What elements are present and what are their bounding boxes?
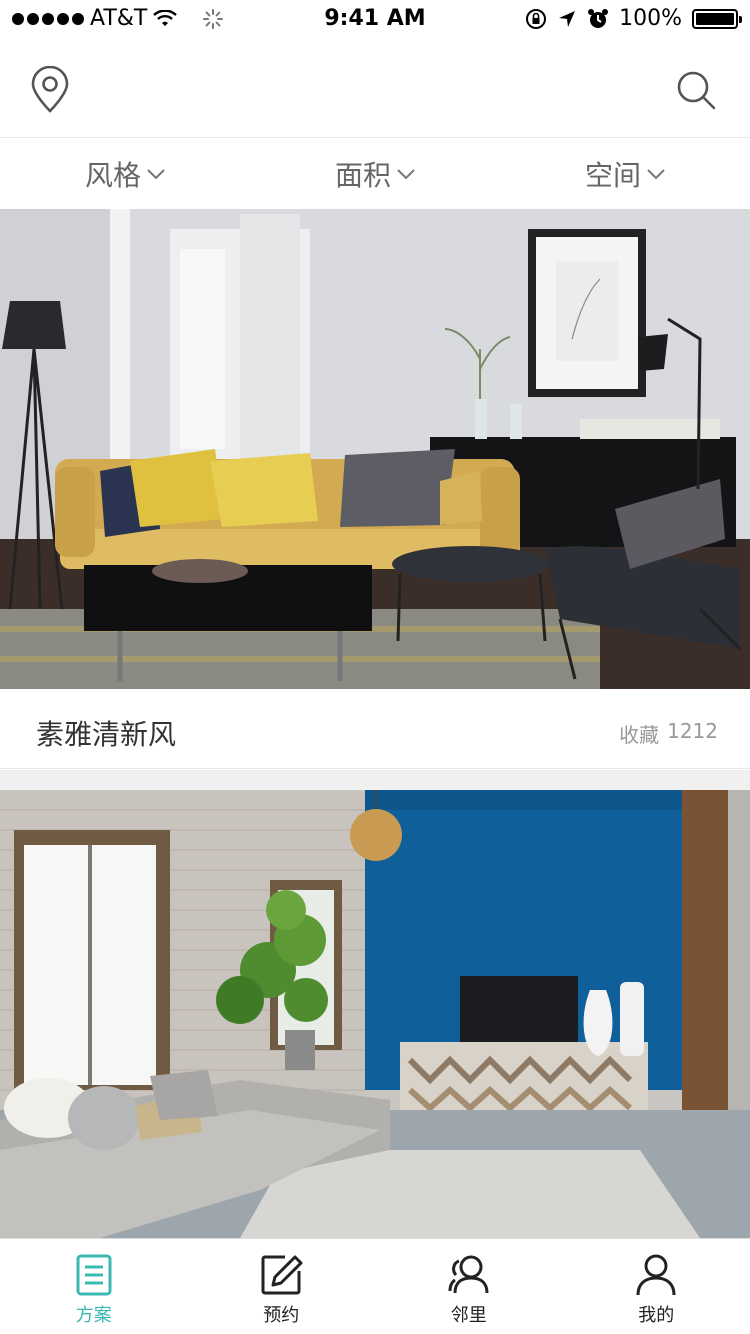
tab-profile[interactable]: 我的: [563, 1239, 750, 1334]
filter-style[interactable]: 风格: [0, 139, 250, 209]
filter-area-label: 面积: [334, 159, 391, 192]
status-bar: AT&T 9:41 AM 100%: [0, 0, 750, 40]
card-divider: [0, 770, 750, 790]
battery-icon: [692, 8, 742, 29]
tab-booking[interactable]: 预约: [188, 1239, 376, 1334]
battery-percent: 100%: [619, 6, 682, 31]
loft-photo: [0, 790, 750, 1238]
tab-bar: 方案 预约 邻里 我的: [0, 1238, 750, 1334]
filter-space[interactable]: 空间: [500, 139, 750, 209]
filter-space-label: 空间: [584, 159, 641, 192]
tab-neighbors-label: 邻里: [450, 1305, 487, 1326]
tab-plans[interactable]: 方案: [0, 1239, 188, 1334]
rotation-lock-icon: [526, 8, 547, 29]
search-icon[interactable]: [676, 70, 716, 110]
people-icon: [448, 1255, 489, 1294]
card-title: 素雅清新风: [36, 718, 177, 751]
tab-plans-label: 方案: [75, 1305, 112, 1326]
card-image-loft[interactable]: [0, 790, 750, 1238]
chevron-down-icon: [147, 169, 165, 180]
chevron-down-icon: [647, 169, 665, 180]
location-pin-icon[interactable]: [28, 66, 72, 114]
card-image-living-room[interactable]: [0, 209, 750, 689]
living-room-photo: [0, 209, 750, 689]
filter-bar: 风格 面积 空间: [0, 139, 750, 209]
card-favorite-count[interactable]: 收藏 1212: [619, 719, 718, 748]
tab-profile-label: 我的: [638, 1305, 675, 1326]
nav-bar: [0, 40, 750, 138]
person-icon: [636, 1254, 676, 1296]
card-info[interactable]: 素雅清新风 收藏 1212: [0, 689, 750, 769]
status-right: 100%: [525, 6, 742, 31]
favorite-label: 收藏: [619, 723, 660, 747]
tab-neighbors[interactable]: 邻里: [375, 1239, 563, 1334]
location-arrow-icon: [559, 10, 576, 27]
document-list-icon: [76, 1254, 112, 1296]
favorite-count: 1212: [667, 719, 718, 743]
chevron-down-icon: [397, 169, 415, 180]
alarm-icon: [588, 8, 609, 28]
filter-style-label: 风格: [84, 159, 141, 192]
edit-icon: [261, 1255, 303, 1295]
tab-booking-label: 预约: [263, 1305, 300, 1326]
filter-area[interactable]: 面积: [250, 139, 500, 209]
